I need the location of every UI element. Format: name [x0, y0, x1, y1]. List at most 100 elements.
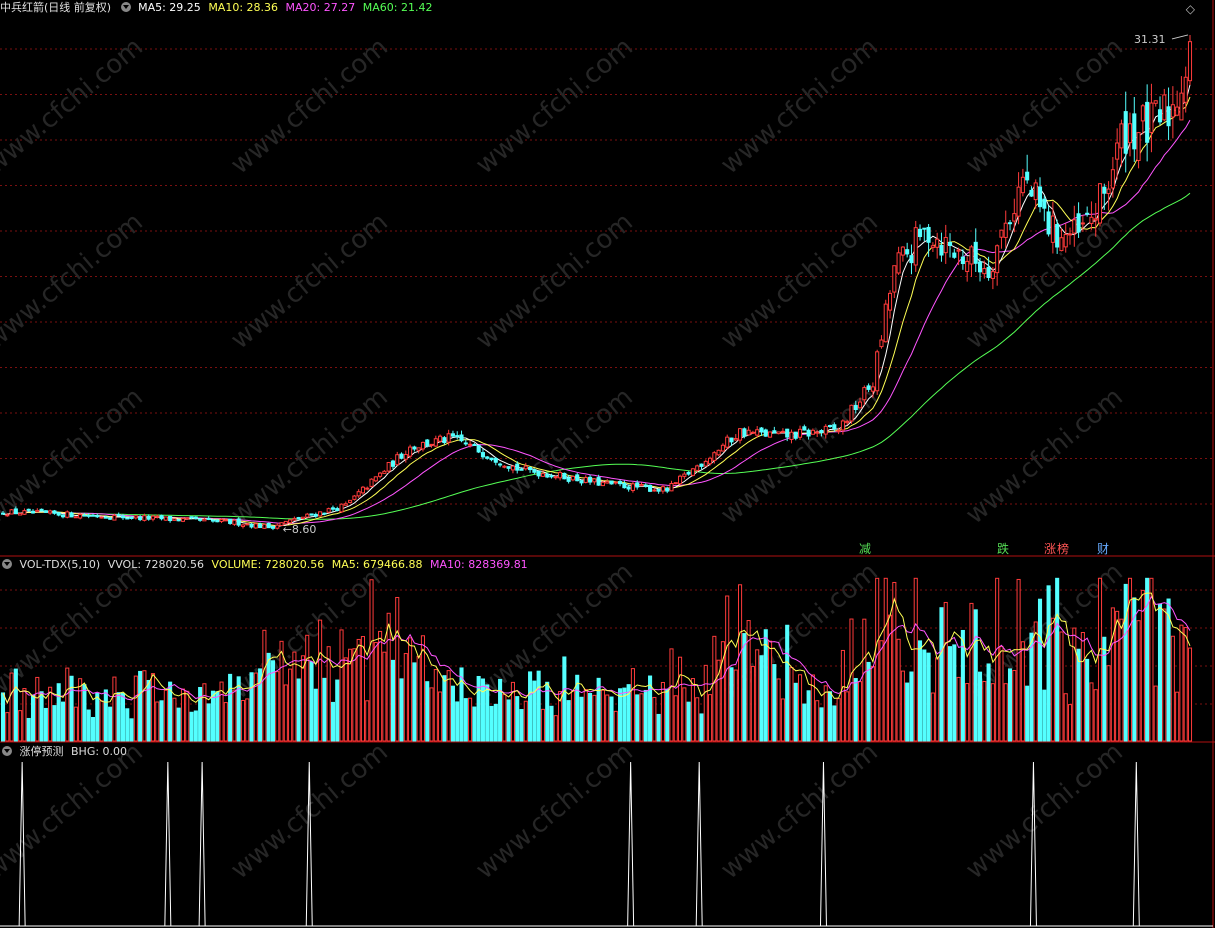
candle-body [875, 351, 880, 392]
volume-bar [489, 705, 494, 742]
volume-bar [913, 577, 918, 742]
candle-body [930, 245, 935, 249]
candle-body [832, 424, 837, 430]
candle-body [823, 425, 828, 435]
candle-body [879, 339, 884, 348]
candle-body [665, 487, 670, 492]
candle-body [909, 255, 914, 264]
candle-body [600, 481, 605, 487]
volume-bar [553, 715, 558, 742]
volume-bar [815, 700, 820, 742]
collapse-icon[interactable] [2, 746, 12, 756]
candle-body [198, 518, 203, 521]
diamond-icon[interactable]: ◇ [1186, 2, 1195, 16]
candle-body [300, 516, 306, 520]
volume-bar [395, 596, 400, 742]
volume-bar [446, 670, 451, 742]
volume-bar [155, 701, 160, 742]
volume-bar [476, 675, 481, 742]
candle-body [472, 444, 477, 447]
volume-bar [232, 689, 237, 742]
vol-title: VOL-TDX(5,10) [19, 558, 101, 571]
volume-bar [1033, 621, 1038, 742]
candle-body [73, 516, 78, 519]
candle-body [150, 515, 156, 520]
candle-body [459, 434, 464, 442]
ma10-value: MA10: 28.36 [208, 1, 279, 14]
candle-body [43, 510, 48, 513]
badge-rise[interactable]: 涨 [1043, 541, 1057, 557]
volume-bar [930, 692, 935, 742]
candle-body [30, 510, 36, 514]
volume-bar [883, 577, 888, 742]
candle-body [626, 486, 631, 490]
candle-body [13, 508, 18, 515]
volume-bar [952, 644, 957, 742]
candle-body [592, 478, 597, 483]
candle-body [725, 436, 730, 448]
candle-body [639, 484, 644, 487]
volume-bar [738, 584, 743, 742]
badge-rank[interactable]: 榜 [1056, 541, 1070, 557]
candle-body [1166, 106, 1171, 127]
volume-bar [480, 678, 485, 742]
volume-bar [965, 683, 970, 742]
volume-bar [986, 663, 991, 742]
candle-body [438, 435, 443, 442]
candle-body [960, 256, 965, 265]
volume-bar [828, 691, 833, 742]
candle-body [862, 387, 867, 401]
volume-bar [605, 694, 610, 742]
candle-body [309, 513, 314, 516]
candle-body [468, 443, 473, 446]
candle-body [558, 472, 563, 479]
candle-body [1093, 218, 1098, 221]
candle-body [1063, 234, 1068, 248]
candle-body [943, 236, 948, 254]
candle-body [1170, 104, 1175, 118]
volume-bar [785, 624, 790, 742]
candle-body [189, 516, 194, 519]
candle-body [108, 517, 113, 520]
volume-bar [90, 716, 96, 742]
volume-bar [120, 692, 126, 742]
candle-body [1102, 186, 1107, 194]
candle-body [716, 449, 721, 456]
candle-body [686, 471, 691, 475]
candle-body [622, 482, 627, 489]
bhg-spike [164, 761, 172, 927]
volume-bar [1063, 693, 1068, 742]
candle-body [313, 513, 318, 517]
candle-body [1085, 212, 1090, 215]
candle-body [155, 515, 160, 518]
volume-bar [125, 708, 130, 742]
badge-fall[interactable]: 跌 [996, 541, 1010, 557]
volume-bar [172, 697, 177, 742]
candle-body [125, 517, 130, 520]
volume-bar [896, 638, 901, 742]
badge-reduce[interactable]: 减 [858, 541, 872, 557]
volume-bar [228, 673, 233, 742]
volume-bar [343, 657, 348, 742]
collapse-icon[interactable] [120, 2, 131, 12]
vol-ma5-value: MA5: 679466.88 [331, 558, 423, 571]
candle-body [845, 420, 850, 424]
volume-bar [690, 678, 695, 742]
candle-body [870, 386, 875, 392]
candle-body [1149, 102, 1154, 133]
watermark-text: www.cfchi.com [470, 557, 639, 705]
volume-bar [485, 684, 490, 742]
volume-bar [712, 635, 717, 742]
candle-body [112, 514, 117, 521]
candle-body [129, 516, 134, 520]
badge-finance[interactable]: 财 [1096, 541, 1110, 557]
kline-chart[interactable]: www.cfchi.com www.cfchi.com www.cfchi.com w… [0, 0, 1215, 928]
volume-bar [523, 700, 528, 742]
candle-body [630, 483, 635, 491]
collapse-icon[interactable] [2, 559, 12, 569]
watermark-text: www.cfchi.com [470, 737, 639, 885]
watermark-text: www.cfchi.com [960, 382, 1129, 530]
volume-bar [870, 666, 875, 742]
candle-body [892, 265, 897, 293]
watermark-text: www.cfchi.com [470, 207, 639, 355]
